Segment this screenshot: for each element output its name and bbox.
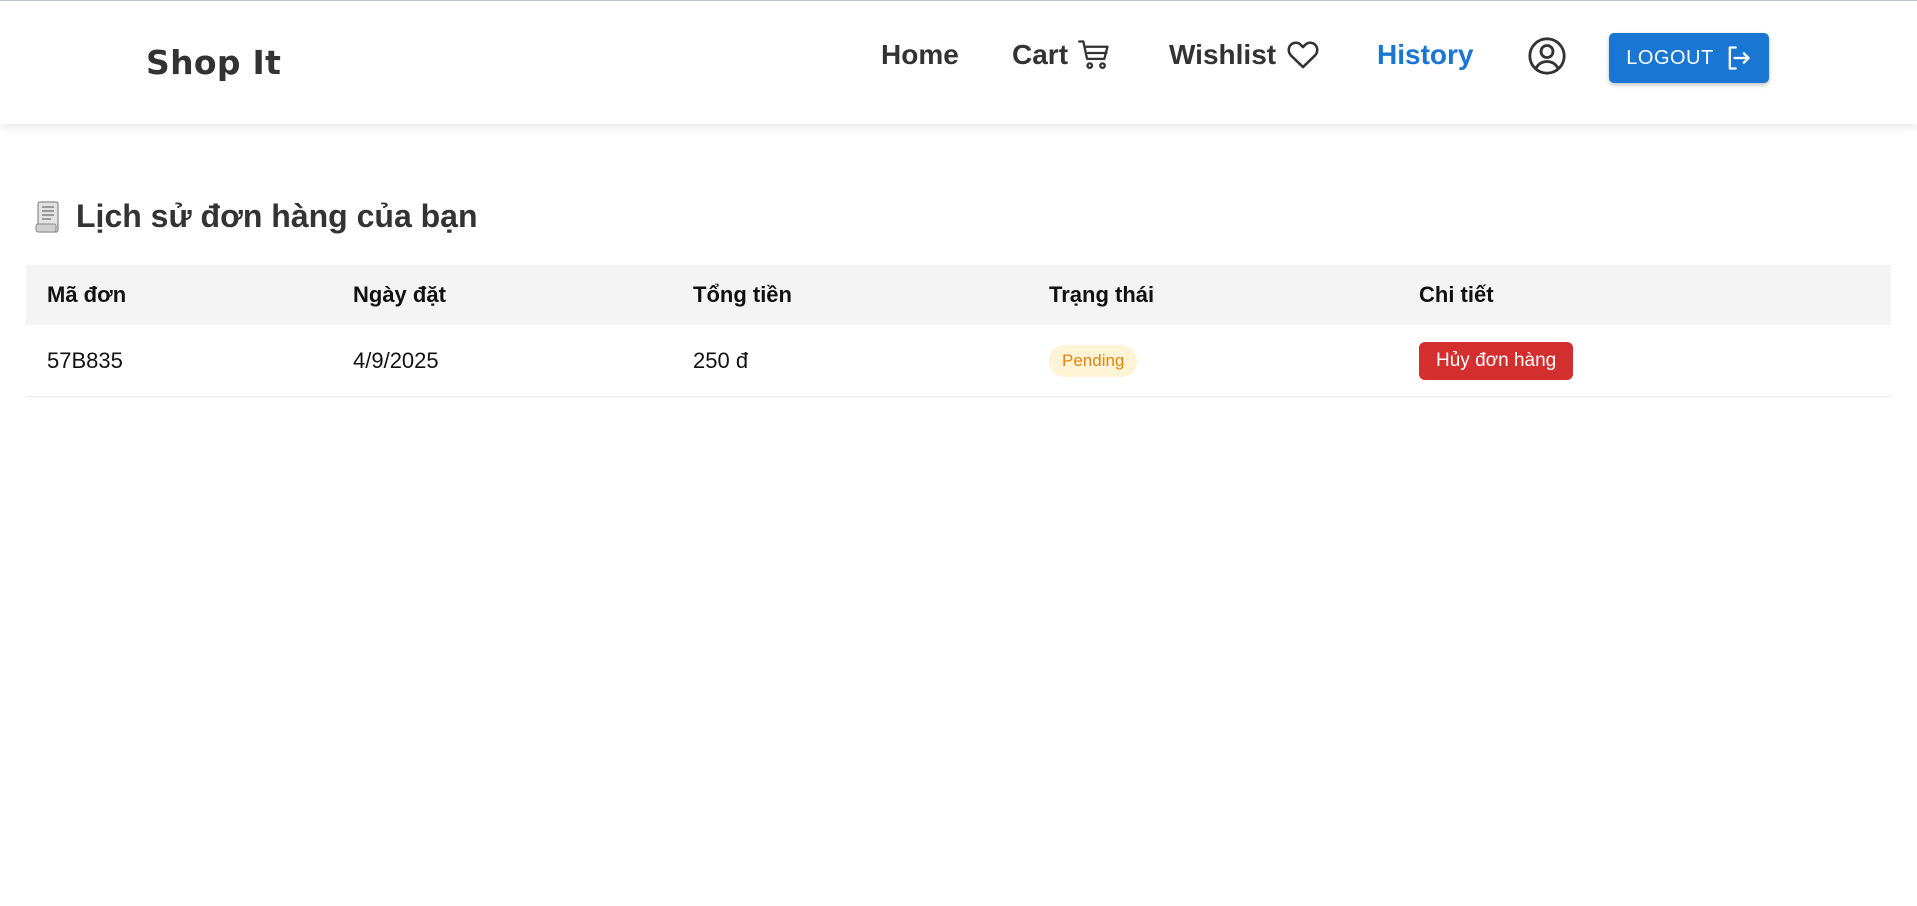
cart-icon	[1078, 40, 1109, 70]
nav-link-wishlist[interactable]: Wishlist	[1169, 37, 1322, 73]
logout-label: LOGOUT	[1626, 46, 1714, 69]
nav-link-home[interactable]: Home	[881, 37, 959, 73]
column-header-total: Tổng tiền	[693, 282, 792, 307]
page-title-text: Lịch sử đơn hàng của bạn	[76, 198, 478, 234]
nav-link-cart[interactable]: Cart	[1012, 37, 1112, 73]
account-circle-icon[interactable]	[1527, 36, 1567, 76]
column-header-date: Ngày đặt	[353, 282, 446, 307]
order-id: 57B835	[47, 347, 123, 373]
column-header-status: Trạng thái	[1049, 282, 1155, 307]
nav-link-label: History	[1377, 39, 1474, 70]
nav-link-history[interactable]: History	[1377, 37, 1473, 73]
receipt-icon	[35, 200, 59, 233]
heart-icon	[1287, 41, 1319, 69]
table-row: 57B835 4/9/2025 250 đ Pending Hủy đơn hà…	[26, 325, 1891, 397]
order-date: 4/9/2025	[353, 347, 439, 373]
table-header-row: Mã đơn Ngày đặt Tổng tiền Trạng thái Chi…	[26, 265, 1891, 325]
status-cell: Pending	[1049, 325, 1138, 396]
navbar: Shop It Home Cart Wishlist History LOGOU…	[0, 0, 1917, 124]
logout-button[interactable]: LOGOUT	[1609, 33, 1769, 83]
order-history-table: Mã đơn Ngày đặt Tổng tiền Trạng thái Chi…	[26, 265, 1891, 397]
order-total: 250 đ	[693, 347, 749, 373]
cancel-order-button[interactable]: Hủy đơn hàng	[1419, 341, 1574, 380]
page-title: Lịch sử đơn hàng của bạn	[34, 198, 478, 235]
column-header-details: Chi tiết	[1419, 282, 1494, 307]
logout-icon	[1728, 46, 1750, 70]
brand-logo[interactable]: Shop It	[146, 43, 281, 82]
nav-link-label: Cart	[1012, 39, 1069, 70]
nav-link-label: Wishlist	[1169, 39, 1277, 70]
nav-link-label: Home	[881, 39, 959, 70]
column-header-order-id: Mã đơn	[47, 282, 127, 307]
details-cell: Hủy đơn hàng	[1419, 325, 1574, 396]
status-badge: Pending	[1049, 344, 1138, 377]
